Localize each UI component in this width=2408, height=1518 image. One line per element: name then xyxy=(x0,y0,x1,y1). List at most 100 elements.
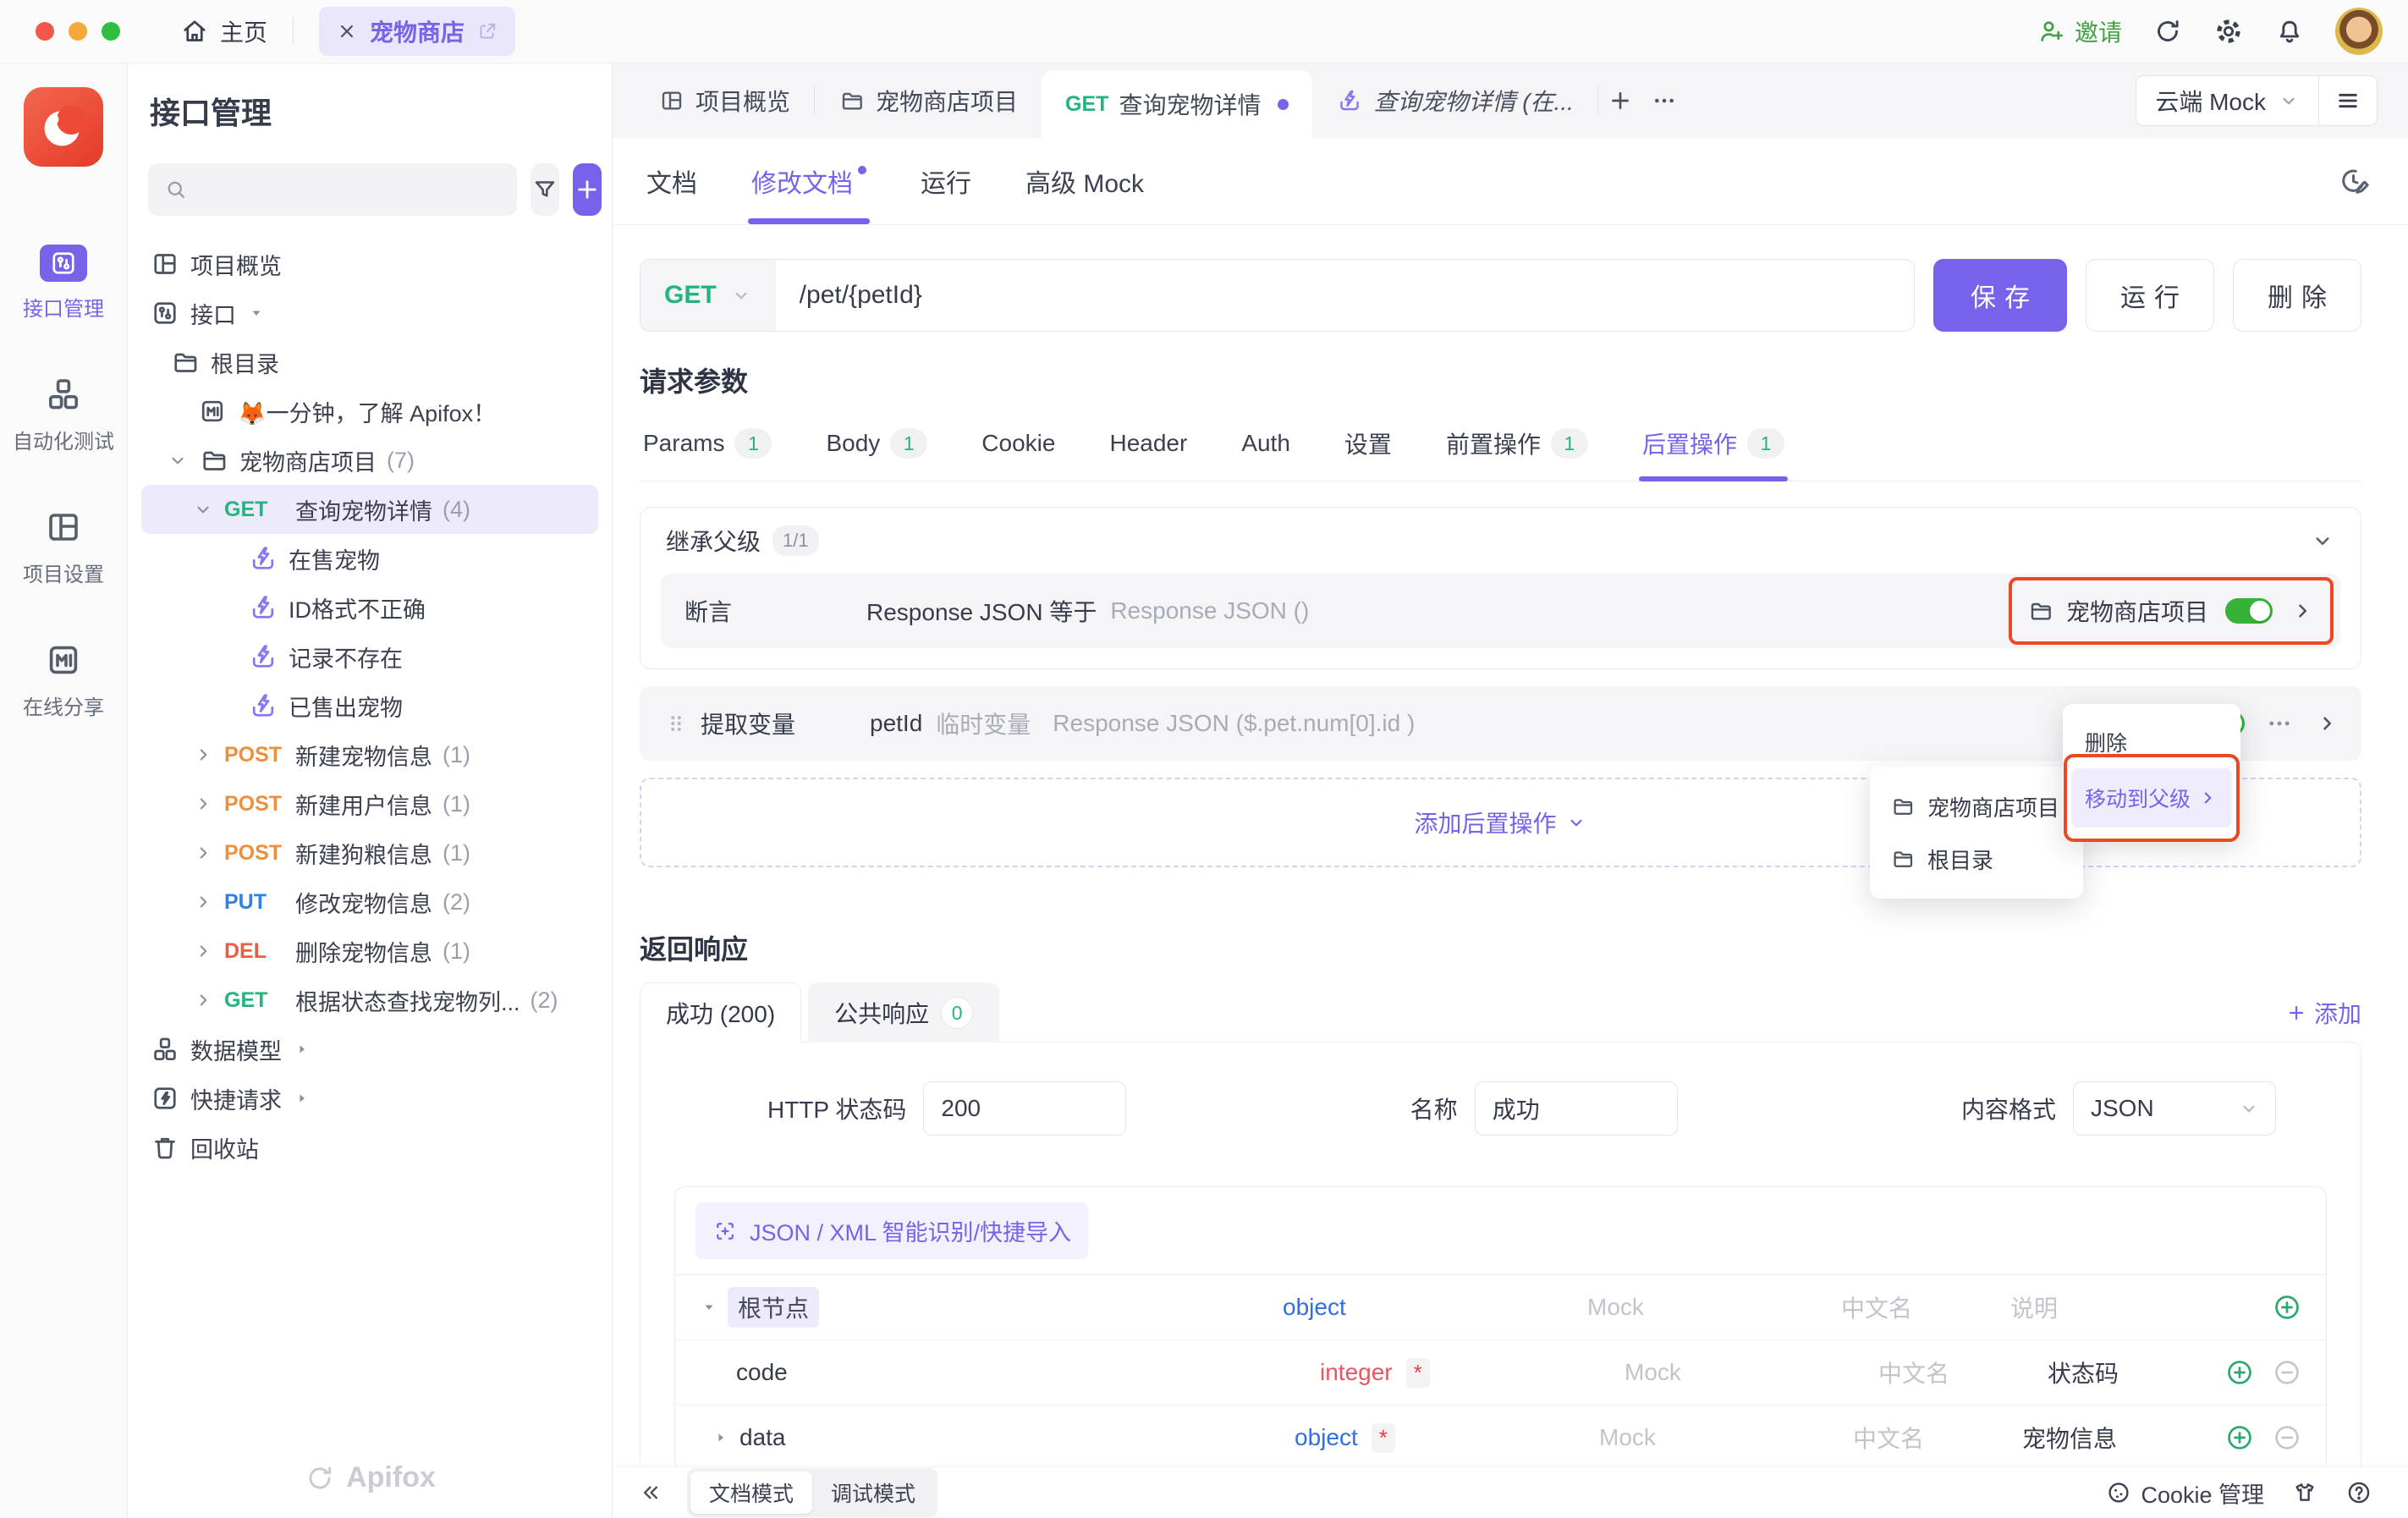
json-xml-import-button[interactable]: JSON / XML 智能识别/快捷导入 xyxy=(695,1202,1088,1259)
schema-row-root[interactable]: 根节点 object Mock 中文名 说明 xyxy=(675,1275,2326,1339)
tree-item-case[interactable]: 已售出宠物 xyxy=(141,681,598,730)
theme-shirt-icon[interactable] xyxy=(2291,1479,2318,1506)
content-format-select[interactable]: JSON xyxy=(2073,1081,2276,1136)
url-input[interactable] xyxy=(776,260,1914,331)
tab-petstore-project[interactable]: 宠物商店项目 xyxy=(815,63,1042,138)
rail-item-project-settings[interactable]: 项目设置 xyxy=(23,507,104,587)
tree-item-del-delete-pet[interactable]: DEL 删除宠物信息 (1) xyxy=(141,927,598,976)
remove-field-icon[interactable] xyxy=(2272,1357,2302,1388)
doc-mode-option[interactable]: 文档模式 xyxy=(690,1471,812,1514)
http-status-input[interactable] xyxy=(923,1081,1126,1136)
assertion-row[interactable]: 断言 Response JSON 等于 Response JSON () 宠物商… xyxy=(661,574,2340,648)
caret-down-icon[interactable] xyxy=(699,1297,719,1317)
rail-item-api-management[interactable]: 接口管理 xyxy=(23,245,104,322)
delete-button[interactable]: 删除 xyxy=(2233,259,2361,332)
chevron-right-icon[interactable] xyxy=(192,891,214,913)
sidebar-item-recycle-bin[interactable]: 回收站 xyxy=(141,1123,598,1172)
gear-icon[interactable] xyxy=(2213,16,2244,47)
tab-body[interactable]: Body 1 xyxy=(822,415,931,481)
tab-pre-processors[interactable]: 前置操作 1 xyxy=(1443,415,1592,481)
tab-project-overview[interactable]: 项目概览 xyxy=(635,63,814,138)
tab-get-pet-detail-active[interactable]: GET 查询宠物详情 xyxy=(1042,70,1312,138)
history-button[interactable] xyxy=(2337,164,2371,198)
schema-field-name[interactable]: 根节点 xyxy=(728,1287,819,1328)
project-window-tab[interactable]: 宠物商店 xyxy=(319,7,515,56)
tree-item-put-update-pet[interactable]: PUT 修改宠物信息 (2) xyxy=(141,877,598,927)
cookie-manager-button[interactable]: Cookie 管理 xyxy=(2105,1477,2264,1510)
collapse-sidebar-button[interactable] xyxy=(638,1480,663,1505)
schema-type-cell[interactable]: object xyxy=(1283,1294,1587,1321)
menu-item-delete[interactable]: 删除 xyxy=(2071,716,2232,768)
rail-item-online-share[interactable]: 在线分享 xyxy=(23,640,104,720)
add-field-icon[interactable] xyxy=(2224,1422,2255,1453)
rail-item-automation-test[interactable]: 自动化测试 xyxy=(13,374,114,454)
tree-item-post-create-dogfood[interactable]: POST 新建狗粮信息 (1) xyxy=(141,828,598,877)
chevron-down-icon[interactable] xyxy=(167,449,189,471)
chevron-right-icon[interactable] xyxy=(2290,598,2315,624)
schema-row-code[interactable]: code integer * Mock 中文名 状态码 xyxy=(675,1339,2326,1405)
bell-icon[interactable] xyxy=(2274,16,2305,47)
schema-field-name[interactable]: data xyxy=(739,1424,786,1451)
avatar[interactable] xyxy=(2335,8,2383,55)
tab-public-response[interactable]: 公共响应 0 xyxy=(808,982,999,1042)
tab-edit-doc[interactable]: 修改文档 xyxy=(751,138,866,224)
response-name-input[interactable] xyxy=(1475,1081,1678,1136)
schema-field-name[interactable]: code xyxy=(736,1359,788,1386)
tree-item-project-overview[interactable]: 项目概览 xyxy=(141,239,598,289)
menu-item-move-to-parent[interactable]: 移动到父级 xyxy=(2071,768,2232,828)
search-input[interactable] xyxy=(199,176,502,204)
tab-success-200[interactable]: 成功 (200) xyxy=(640,982,801,1042)
tree-item-root-folder[interactable]: 根目录 xyxy=(141,338,598,387)
schema-type-cell[interactable]: integer * xyxy=(1320,1358,1625,1388)
schema-mock-cell[interactable]: Mock xyxy=(1625,1359,1878,1386)
sidebar-item-quick-request[interactable]: 快捷请求 xyxy=(141,1074,598,1123)
tab-run[interactable]: 运行 xyxy=(921,138,971,224)
assertion-toggle-on[interactable] xyxy=(2225,598,2273,624)
schema-desc-cell[interactable]: 说明 xyxy=(2010,1290,2272,1324)
schema-cn-cell[interactable]: 中文名 xyxy=(1853,1421,2022,1455)
chevron-right-icon[interactable] xyxy=(192,842,214,864)
environment-select[interactable]: 云端 Mock xyxy=(2136,84,2318,118)
run-button[interactable]: 运行 xyxy=(2086,259,2214,332)
chevron-right-icon[interactable] xyxy=(192,793,214,815)
schema-cn-cell[interactable]: 中文名 xyxy=(1878,1356,2048,1389)
drag-handle-icon[interactable] xyxy=(663,709,689,738)
maximize-window-button[interactable] xyxy=(102,22,120,41)
tab-params[interactable]: Params 1 xyxy=(640,415,775,481)
chevron-right-icon[interactable] xyxy=(192,940,214,962)
chevron-right-icon[interactable] xyxy=(192,989,214,1011)
add-field-icon[interactable] xyxy=(2224,1357,2255,1388)
tree-item-markdown-doc[interactable]: 🦊一分钟，了解 Apifox！ xyxy=(141,387,598,436)
environment-menu-button[interactable] xyxy=(2319,87,2377,114)
submenu-item-petstore-project[interactable]: 宠物商店项目 xyxy=(1880,780,2073,833)
tab-header[interactable]: Header xyxy=(1106,415,1190,481)
tree-item-post-create-pet[interactable]: POST 新建宠物信息 (1) xyxy=(141,730,598,779)
close-icon[interactable] xyxy=(336,20,358,42)
add-field-icon[interactable] xyxy=(2272,1292,2302,1323)
row-more-button[interactable] xyxy=(2265,709,2294,738)
tree-item-case[interactable]: 记录不存在 xyxy=(141,632,598,681)
chevron-right-icon[interactable] xyxy=(192,744,214,766)
sidebar-item-data-model[interactable]: 数据模型 xyxy=(141,1025,598,1074)
caret-right-icon[interactable] xyxy=(292,1088,312,1108)
filter-button[interactable] xyxy=(531,163,559,216)
inherit-parent-header[interactable]: 继承父级 1/1 xyxy=(640,508,2361,574)
collapse-button[interactable] xyxy=(2310,528,2335,553)
add-new-button[interactable] xyxy=(573,163,602,216)
schema-mock-cell[interactable]: Mock xyxy=(1599,1424,1853,1451)
schema-row-data[interactable]: data object * Mock 中文名 宠物信息 xyxy=(675,1405,2326,1466)
apifox-logo[interactable] xyxy=(24,87,103,167)
close-window-button[interactable] xyxy=(36,22,54,41)
caret-down-icon[interactable] xyxy=(246,303,267,323)
save-button[interactable]: 保存 xyxy=(1933,259,2067,332)
tree-item-post-create-user[interactable]: POST 新建用户信息 (1) xyxy=(141,779,598,828)
tab-doc[interactable]: 文档 xyxy=(646,138,697,224)
sync-icon[interactable] xyxy=(2152,16,2183,47)
tree-item-case[interactable]: ID格式不正确 xyxy=(141,583,598,632)
tab-cookie[interactable]: Cookie xyxy=(978,415,1058,481)
minimize-window-button[interactable] xyxy=(69,22,87,41)
schema-desc-cell[interactable]: 状态码 xyxy=(2048,1356,2224,1389)
tab-post-processors[interactable]: 后置操作 1 xyxy=(1639,415,1788,481)
tab-settings[interactable]: 设置 xyxy=(1341,415,1395,481)
home-button[interactable]: 主页 xyxy=(179,14,267,48)
